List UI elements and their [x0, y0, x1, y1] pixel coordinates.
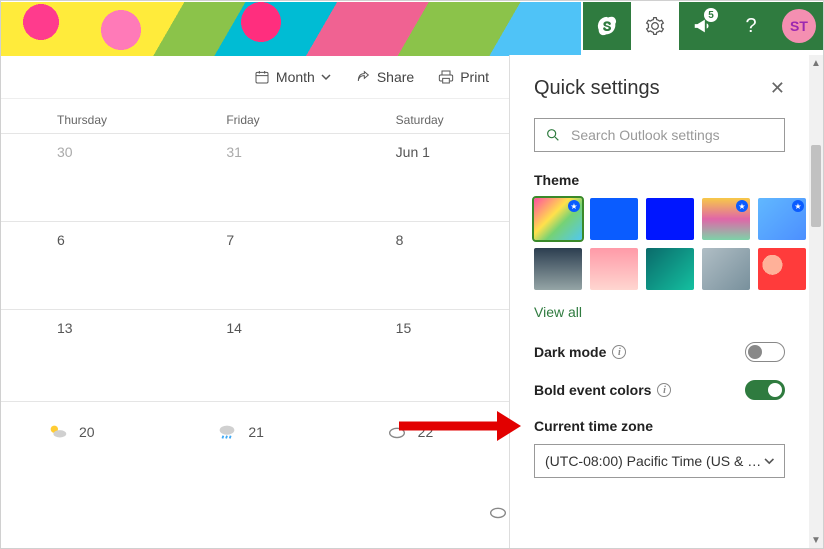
search-icon — [545, 127, 561, 143]
skype-button[interactable] — [583, 2, 631, 50]
quick-settings-panel: Quick settings ✕ Theme ★ ★ ★ — [509, 55, 823, 548]
scroll-down-arrow-icon[interactable]: ▼ — [809, 532, 823, 548]
calendar-grid: Thursday Friday Saturday 30 31 Jun 1 6 7… — [1, 101, 509, 548]
print-button[interactable]: Print — [438, 69, 489, 85]
theme-tile[interactable] — [534, 248, 582, 290]
col-header-saturday: Saturday — [340, 113, 509, 127]
calendar-icon — [254, 69, 270, 85]
info-icon[interactable]: i — [612, 345, 626, 359]
header-theme-art — [1, 2, 581, 56]
view-month-label: Month — [276, 69, 315, 85]
day-cell[interactable]: 8 — [340, 222, 509, 309]
theme-tile[interactable] — [758, 248, 806, 290]
dark-mode-toggle[interactable] — [745, 342, 785, 362]
scroll-thumb[interactable] — [811, 145, 821, 227]
weather-temp: 21 — [248, 424, 264, 440]
chevron-down-icon — [764, 455, 775, 467]
weather-temp: 20 — [79, 424, 95, 440]
close-button[interactable]: ✕ — [770, 78, 785, 99]
weather-cell[interactable]: 20 — [1, 421, 170, 443]
close-icon: ✕ — [770, 78, 785, 98]
feedback-badge: 5 — [704, 8, 718, 22]
scroll-up-arrow-icon[interactable]: ▲ — [809, 55, 823, 71]
theme-section-label: Theme — [534, 172, 785, 188]
help-icon: ? — [745, 15, 756, 38]
panel-title: Quick settings — [534, 77, 660, 100]
theme-tile[interactable]: ★ — [534, 198, 582, 240]
cloud-icon — [487, 501, 509, 523]
theme-tile[interactable]: ★ — [758, 198, 806, 240]
view-month-dropdown[interactable]: Month — [254, 69, 331, 85]
theme-tile[interactable] — [646, 248, 694, 290]
theme-premium-star-icon: ★ — [792, 200, 804, 212]
help-button[interactable]: ? — [727, 2, 775, 50]
panel-scrollbar[interactable]: ▲ ▼ — [809, 55, 823, 548]
theme-tile[interactable] — [646, 198, 694, 240]
gear-icon — [645, 16, 665, 36]
bold-event-colors-toggle[interactable] — [745, 380, 785, 400]
partly-sunny-icon — [47, 421, 69, 443]
share-label: Share — [377, 69, 414, 85]
weather-cell[interactable]: 22 — [340, 421, 509, 443]
theme-premium-star-icon: ★ — [736, 200, 748, 212]
cloud-icon — [386, 421, 408, 443]
share-button[interactable]: Share — [355, 69, 414, 85]
timezone-value: (UTC-08:00) Pacific Time (US & Cana… — [545, 453, 764, 469]
calendar-toolbar: Month Share Print — [1, 55, 509, 99]
col-header-friday: Friday — [170, 113, 339, 127]
info-icon[interactable]: i — [657, 383, 671, 397]
day-cell[interactable]: 14 — [170, 310, 339, 401]
theme-tile[interactable]: ★ — [702, 198, 750, 240]
theme-tile[interactable] — [590, 198, 638, 240]
theme-tile[interactable] — [702, 248, 750, 290]
print-label: Print — [460, 69, 489, 85]
theme-tile[interactable] — [590, 248, 638, 290]
weather-cell[interactable]: 21 — [170, 421, 339, 443]
view-all-themes-link[interactable]: View all — [534, 304, 582, 320]
skype-icon — [596, 15, 618, 37]
day-cell[interactable]: 6 — [1, 222, 170, 309]
day-cell[interactable]: 31 — [170, 134, 339, 221]
bold-event-colors-label: Bold event colors — [534, 382, 651, 398]
print-icon — [438, 69, 454, 85]
theme-grid: ★ ★ ★ — [534, 198, 785, 290]
share-icon — [355, 69, 371, 85]
settings-search-input[interactable] — [569, 126, 774, 144]
weather-temp: 22 — [418, 424, 434, 440]
chevron-down-icon — [321, 72, 331, 82]
feedback-button[interactable]: 5 — [679, 2, 727, 50]
day-cell[interactable]: 30 — [1, 134, 170, 221]
theme-premium-star-icon: ★ — [568, 200, 580, 212]
settings-button[interactable] — [631, 2, 679, 50]
day-cell[interactable]: 7 — [170, 222, 339, 309]
day-cell[interactable]: Jun 1 — [340, 134, 509, 221]
day-cell[interactable]: 15 — [340, 310, 509, 401]
account-button[interactable]: ST — [775, 2, 823, 50]
avatar: ST — [782, 9, 816, 43]
settings-search[interactable] — [534, 118, 785, 152]
dark-mode-label: Dark mode — [534, 344, 606, 360]
day-cell[interactable]: 13 — [1, 310, 170, 401]
timezone-dropdown[interactable]: (UTC-08:00) Pacific Time (US & Cana… — [534, 444, 785, 478]
rain-icon — [216, 421, 238, 443]
timezone-section-label: Current time zone — [534, 418, 785, 434]
col-header-thursday: Thursday — [1, 113, 170, 127]
